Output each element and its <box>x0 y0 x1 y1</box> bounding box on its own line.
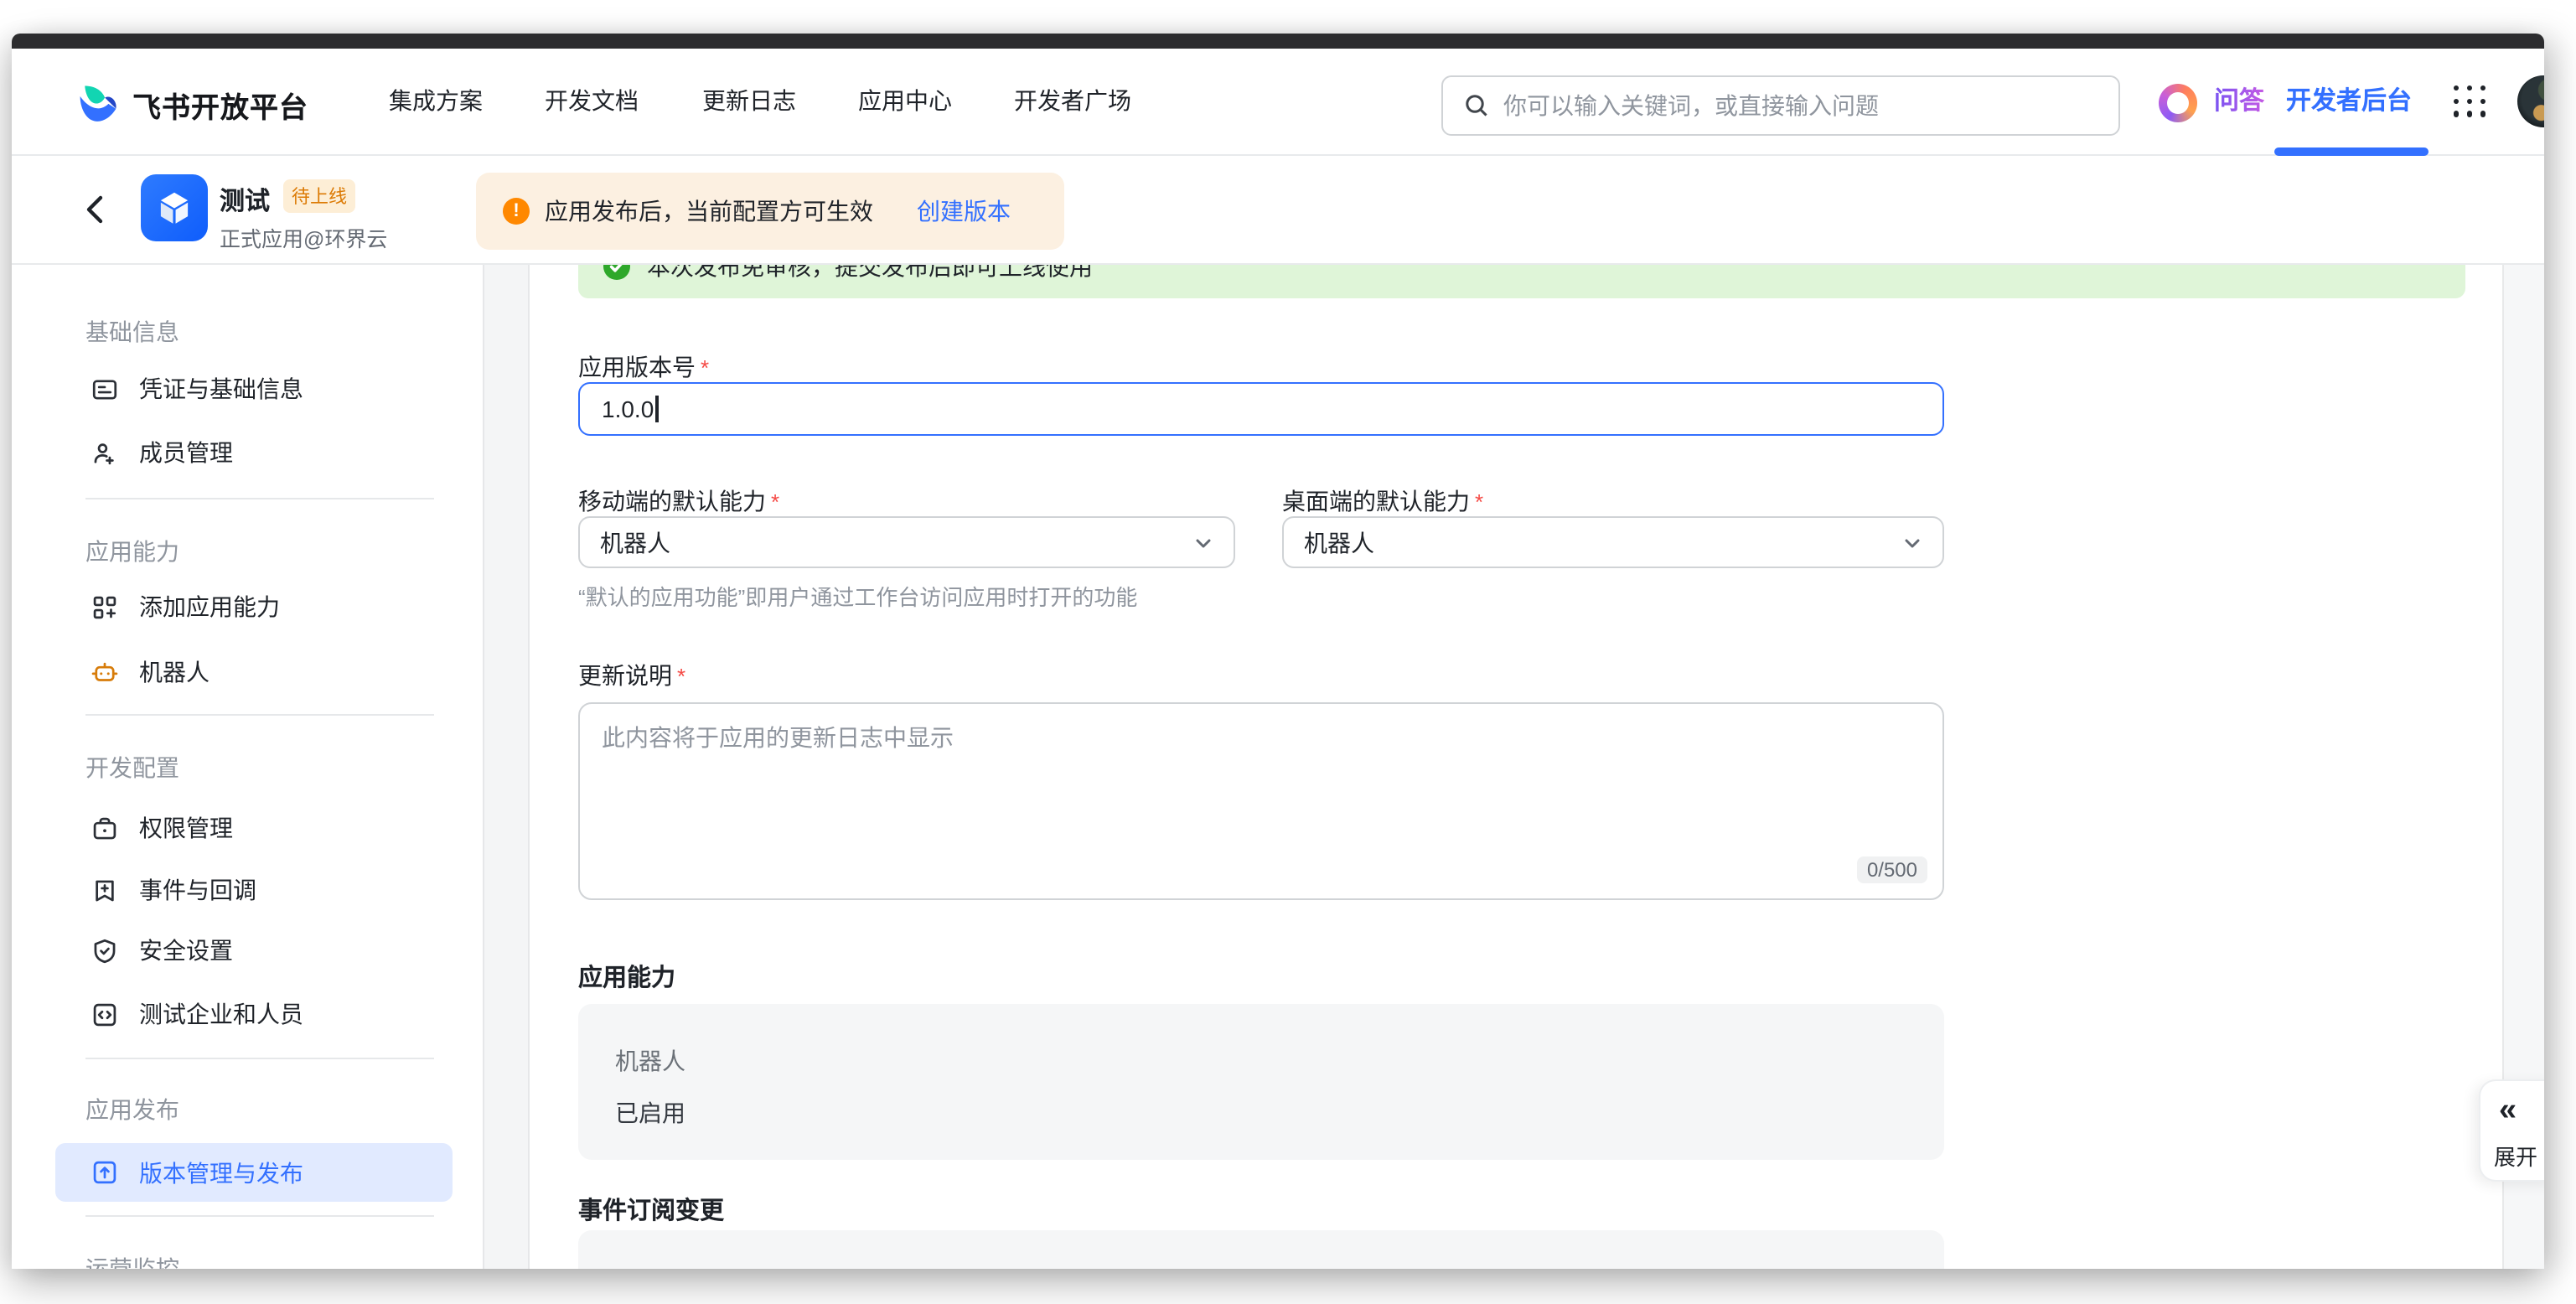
chevron-down-icon <box>1902 532 1922 552</box>
sidebar-divider <box>85 1215 434 1217</box>
sidebar-divider <box>85 498 434 499</box>
success-banner-text: 本次发布免审核，提交发布后即可上线使用 <box>647 265 1093 283</box>
capability-hint: “默认的应用功能”即用户通过工作台访问应用时打开的功能 <box>578 580 1137 612</box>
sidebar-section-dev-config: 开发配置 <box>85 751 179 784</box>
text-caret <box>655 396 658 422</box>
publish-warning-banner: ! 应用发布后，当前配置方可生效 创建版本 <box>476 173 1064 250</box>
sidebar-section-release: 应用发布 <box>85 1093 179 1126</box>
app-icon <box>141 174 208 241</box>
bookmark-plus-icon <box>91 876 119 904</box>
nav-link-integration[interactable]: 集成方案 <box>389 49 483 154</box>
nav-link-changelog[interactable]: 更新日志 <box>702 49 796 154</box>
status-badge: 待上线 <box>283 179 355 213</box>
sidebar-item-credentials[interactable]: 凭证与基础信息 <box>55 364 453 414</box>
sidebar-item-test-org[interactable]: 测试企业和人员 <box>55 989 453 1039</box>
char-counter: 0/500 <box>1857 856 1927 883</box>
events-card <box>578 1230 1944 1269</box>
capability-status: 已启用 <box>615 1096 685 1130</box>
search-input[interactable]: 你可以输入关键词，或直接输入问题 <box>1441 75 2120 136</box>
logo[interactable]: 飞书开放平台 <box>75 82 308 127</box>
sidebar-divider <box>85 1058 434 1059</box>
browser-window: 飞书开放平台 集成方案 开发文档 更新日志 应用中心 开发者广场 你可以输入关键… <box>12 34 2544 1269</box>
sidebar-item-events[interactable]: 事件与回调 <box>55 865 453 915</box>
capability-card: 机器人 已启用 <box>578 1004 1944 1160</box>
search-icon <box>1463 92 1490 119</box>
person-plus-icon <box>91 438 119 467</box>
sidebar-item-version-release[interactable]: 版本管理与发布 <box>55 1143 453 1202</box>
double-chevron-left-icon: « <box>2499 1094 2515 1128</box>
window-titlebar <box>12 34 2544 49</box>
sidebar-section-basic-info: 基础信息 <box>85 315 179 349</box>
warning-text: 应用发布后，当前配置方可生效 <box>545 194 873 228</box>
qa-link[interactable]: 问答 <box>2214 49 2264 154</box>
sidebar-item-permissions[interactable]: 权限管理 <box>55 803 453 853</box>
id-card-icon <box>91 375 119 403</box>
sidebar-item-add-capability[interactable]: 添加应用能力 <box>55 582 453 632</box>
feishu-logo-icon <box>75 82 121 127</box>
app-name: 测试 <box>220 183 270 218</box>
desktop-capability-select[interactable]: 机器人 <box>1282 516 1944 568</box>
main-content: 本次发布免审核，提交发布后即可上线使用 应用版本号* 1.0.0 移动端的默认能… <box>530 265 2502 1269</box>
sidebar-item-security[interactable]: 安全设置 <box>55 925 453 975</box>
notes-label: 更新说明* <box>578 659 685 692</box>
upload-box-icon <box>91 1158 119 1187</box>
events-section-heading: 事件订阅变更 <box>578 1192 724 1227</box>
chevron-down-icon <box>1193 532 1213 552</box>
capability-name: 机器人 <box>615 1044 685 1078</box>
sidebar-main-gutter <box>483 265 530 1269</box>
search-placeholder: 你可以输入关键词，或直接输入问题 <box>1503 89 1879 122</box>
nav-link-dev-plaza[interactable]: 开发者广场 <box>1014 49 1131 154</box>
apps-grid-icon[interactable] <box>2454 85 2487 117</box>
mobile-capability-select[interactable]: 机器人 <box>578 516 1235 568</box>
create-version-link[interactable]: 创建版本 <box>917 194 1011 228</box>
sidebar-section-capabilities: 应用能力 <box>85 535 179 568</box>
update-notes-textarea[interactable] <box>580 704 1942 898</box>
developer-console-link[interactable]: 开发者后台 <box>2286 49 2412 154</box>
user-avatar[interactable] <box>2517 75 2544 127</box>
top-navbar: 飞书开放平台 集成方案 开发文档 更新日志 应用中心 开发者广场 你可以输入关键… <box>12 49 2544 156</box>
capability-section-heading: 应用能力 <box>578 959 675 994</box>
mobile-capability-label: 移动端的默认能力* <box>578 484 779 518</box>
sidebar-item-bot[interactable]: 机器人 <box>55 647 453 697</box>
briefcase-lock-icon <box>91 814 119 842</box>
code-box-icon <box>91 1000 119 1028</box>
update-notes-field: 0/500 <box>578 702 1944 900</box>
expand-label: 展开 <box>2494 1140 2537 1172</box>
sidebar: 基础信息 凭证与基础信息 成员管理 应用能力 <box>12 265 483 1269</box>
expand-panel-button[interactable]: « 展开 <box>2479 1079 2544 1182</box>
required-mark: * <box>701 355 709 380</box>
nav-link-app-center[interactable]: 应用中心 <box>858 49 952 154</box>
version-label: 应用版本号* <box>578 350 709 384</box>
app-header: 测试 待上线 正式应用@环界云 ! 应用发布后，当前配置方可生效 创建版本 <box>12 156 2544 265</box>
grid-plus-icon <box>91 592 119 621</box>
warning-icon: ! <box>503 198 530 225</box>
sidebar-section-monitoring: 运营监控 <box>85 1252 179 1269</box>
logo-text: 飞书开放平台 <box>132 84 308 126</box>
app-subtitle: 正式应用@环界云 <box>220 221 387 253</box>
desktop-capability-label: 桌面端的默认能力* <box>1282 484 1483 518</box>
back-icon[interactable] <box>80 193 114 226</box>
success-check-icon <box>603 265 630 280</box>
success-banner: 本次发布免审核，提交发布后即可上线使用 <box>578 265 2465 298</box>
app-version-input[interactable]: 1.0.0 <box>578 382 1944 436</box>
page: 飞书开放平台 集成方案 开发文档 更新日志 应用中心 开发者广场 你可以输入关键… <box>0 0 2576 1304</box>
active-tab-underline <box>2274 147 2429 155</box>
robot-icon <box>91 658 119 686</box>
shield-check-icon <box>91 936 119 965</box>
app-version-value: 1.0.0 <box>602 396 654 422</box>
sidebar-divider <box>85 714 434 716</box>
sidebar-item-members[interactable]: 成员管理 <box>55 427 453 478</box>
nav-link-docs[interactable]: 开发文档 <box>545 49 639 154</box>
qa-ring-icon[interactable] <box>2159 84 2197 122</box>
